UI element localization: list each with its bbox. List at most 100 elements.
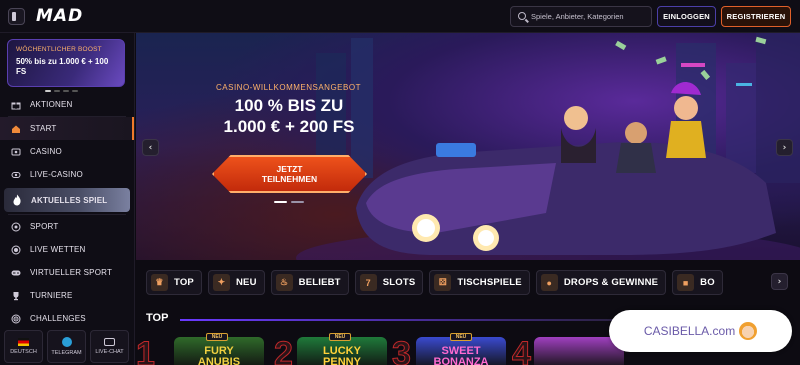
carousel-dot[interactable] (54, 90, 60, 92)
mascot-icon (739, 322, 758, 340)
carousel-dot[interactable] (72, 90, 78, 92)
sidebar-bottom-bar: DEUTSCH TELEGRAM LIVE-CHAT (0, 330, 134, 365)
hero-carousel-dots (274, 201, 304, 203)
register-button[interactable]: REGISTRIEREN (721, 6, 791, 27)
hero-title-line2: 1.000 € + 200 FS (223, 117, 355, 136)
sidebar-nav: AKTIONEN START CASINO LIVE-CASINO AKTUEL… (0, 93, 134, 330)
category-drops-gewinne[interactable]: ● DROPS & GEWINNE (535, 270, 667, 295)
sidebar-item-start[interactable]: START (0, 117, 134, 140)
new-badge: NEU (450, 333, 472, 341)
target-icon (11, 314, 21, 324)
game-rank: 3 (392, 335, 412, 365)
hero-banner[interactable]: CASINO-WILLKOMMENSANGEBOT 100 % BIS ZU 1… (136, 33, 800, 260)
carousel-dot[interactable] (45, 90, 51, 92)
home-icon (11, 124, 21, 134)
category-label: BELIEBT (298, 277, 341, 288)
hero-title-line1: 100 % BIS ZU (234, 96, 344, 115)
sidebar-item-label: VIRTUELLER SPORT (30, 268, 113, 277)
new-badge: NEU (329, 333, 351, 341)
game-title: LUCKY PENNY (297, 346, 387, 365)
sidebar-item-label: TURNIERE (30, 291, 73, 300)
categories-next-arrow-icon[interactable]: › (771, 273, 788, 290)
hero-cta-button[interactable]: JETZT TEILNEHMEN (212, 155, 367, 193)
promo-title: WÖCHENTLICHER BOOST (16, 46, 102, 53)
category-bo[interactable]: ■ BO (672, 270, 723, 295)
carousel-dot[interactable] (291, 201, 304, 203)
dice-icon: ⚄ (434, 274, 452, 291)
category-beliebt[interactable]: ♨ BELIEBT (270, 270, 349, 295)
new-badge: NEU (206, 333, 228, 341)
sidebar-item-aktuelles-spiel[interactable]: AKTUELLES SPIEL (4, 188, 130, 212)
casibella-badge: CASIBELLA.com (609, 310, 792, 352)
game-tile[interactable]: FURY ANUBIS (174, 337, 264, 365)
live-chat-label: LIVE-CHAT (95, 349, 124, 355)
game-title: FURY ANUBIS (174, 346, 264, 365)
logo[interactable]: MAD (36, 6, 83, 26)
trophy-icon (11, 291, 21, 301)
fire-icon (12, 194, 22, 206)
hero-kicker: CASINO-WILLKOMMENSANGEBOT (216, 83, 361, 92)
game-tile[interactable]: SWEET BONANZA (416, 337, 506, 365)
promo-carousel-dots (45, 90, 78, 92)
telegram-button[interactable]: TELEGRAM (47, 330, 86, 363)
login-button[interactable]: EINLOGGEN (657, 6, 716, 27)
promo-card[interactable]: WÖCHENTLICHER BOOST 50% bis zu 1.000 € +… (7, 39, 125, 87)
chat-icon (104, 338, 115, 346)
live-dot-icon (11, 245, 21, 255)
search-box[interactable] (510, 6, 652, 27)
sidebar-item-virtueller-sport[interactable]: VIRTUELLER SPORT (0, 261, 134, 284)
flame-icon: ♨ (275, 274, 293, 291)
category-label: TOP (174, 277, 194, 288)
sidebar-item-turniere[interactable]: TURNIERE (0, 284, 134, 307)
sidebar: WÖCHENTLICHER BOOST 50% bis zu 1.000 € +… (0, 33, 135, 365)
game-rank: 2 (274, 335, 294, 365)
spark-icon: ✦ (212, 274, 230, 291)
box-icon: ■ (677, 274, 695, 291)
category-label: SLOTS (382, 277, 416, 288)
hero-prev-arrow-icon[interactable]: ‹ (142, 139, 159, 156)
category-bar: ♛ TOP ✦ NEU ♨ BELIEBT 7 SLOTS ⚄ TISCHSPIELE ●… (146, 270, 800, 296)
game-tile[interactable]: LUCKY PENNY (297, 337, 387, 365)
game-title (534, 346, 624, 357)
hero-next-arrow-icon[interactable]: › (776, 139, 793, 156)
game-rank: 4 (512, 335, 532, 365)
section-divider (180, 319, 620, 321)
live-icon (11, 170, 21, 180)
category-label: BO (700, 277, 715, 288)
sidebar-item-label: CASINO (30, 147, 62, 156)
coin-icon: ● (540, 274, 558, 291)
language-button[interactable]: DEUTSCH (4, 330, 43, 363)
game-title-line2: BONANZA (433, 356, 489, 365)
category-neu[interactable]: ✦ NEU (207, 270, 265, 295)
sidebar-item-label: AKTUELLES SPIEL (31, 195, 108, 205)
sidebar-item-label: LIVE-CASINO (30, 170, 83, 179)
hero-cta-line1: JETZT (276, 164, 303, 174)
sidebar-item-challenges[interactable]: CHALLENGES (0, 307, 134, 330)
category-slots[interactable]: 7 SLOTS (354, 270, 424, 295)
game-tile[interactable] (534, 337, 624, 365)
sidebar-item-casino[interactable]: CASINO (0, 140, 134, 163)
hero-cta-line2: TEILNEHMEN (261, 174, 318, 184)
flag-de-icon (18, 338, 29, 346)
app-root: MAD EINLOGGEN REGISTRIEREN WÖCHENTLICHER… (0, 0, 800, 365)
sidebar-item-aktionen[interactable]: AKTIONEN (0, 93, 134, 116)
live-chat-button[interactable]: LIVE-CHAT (90, 330, 129, 363)
telegram-label: TELEGRAM (51, 350, 82, 356)
category-tischspiele[interactable]: ⚄ TISCHSPIELE (429, 270, 530, 295)
hero-artwork (296, 33, 800, 260)
sidebar-item-live-wetten[interactable]: LIVE WETTEN (0, 238, 134, 261)
search-input[interactable] (531, 9, 649, 24)
promo-text: 50% bis zu 1.000 € + 100 FS (16, 57, 109, 76)
sidebar-item-label: CHALLENGES (30, 314, 86, 323)
menu-toggle-icon[interactable] (8, 8, 25, 25)
sidebar-item-sport[interactable]: SPORT (0, 215, 134, 238)
gift-icon (11, 100, 21, 110)
carousel-dot[interactable] (63, 90, 69, 92)
sidebar-item-live-casino[interactable]: LIVE-CASINO (0, 163, 134, 186)
carousel-dot[interactable] (274, 201, 287, 203)
sidebar-item-label: START (30, 124, 57, 133)
cards-icon (11, 147, 21, 157)
language-label: DEUTSCH (10, 349, 37, 355)
category-top[interactable]: ♛ TOP (146, 270, 202, 295)
hero-title: 100 % BIS ZU 1.000 € + 200 FS (194, 95, 384, 137)
